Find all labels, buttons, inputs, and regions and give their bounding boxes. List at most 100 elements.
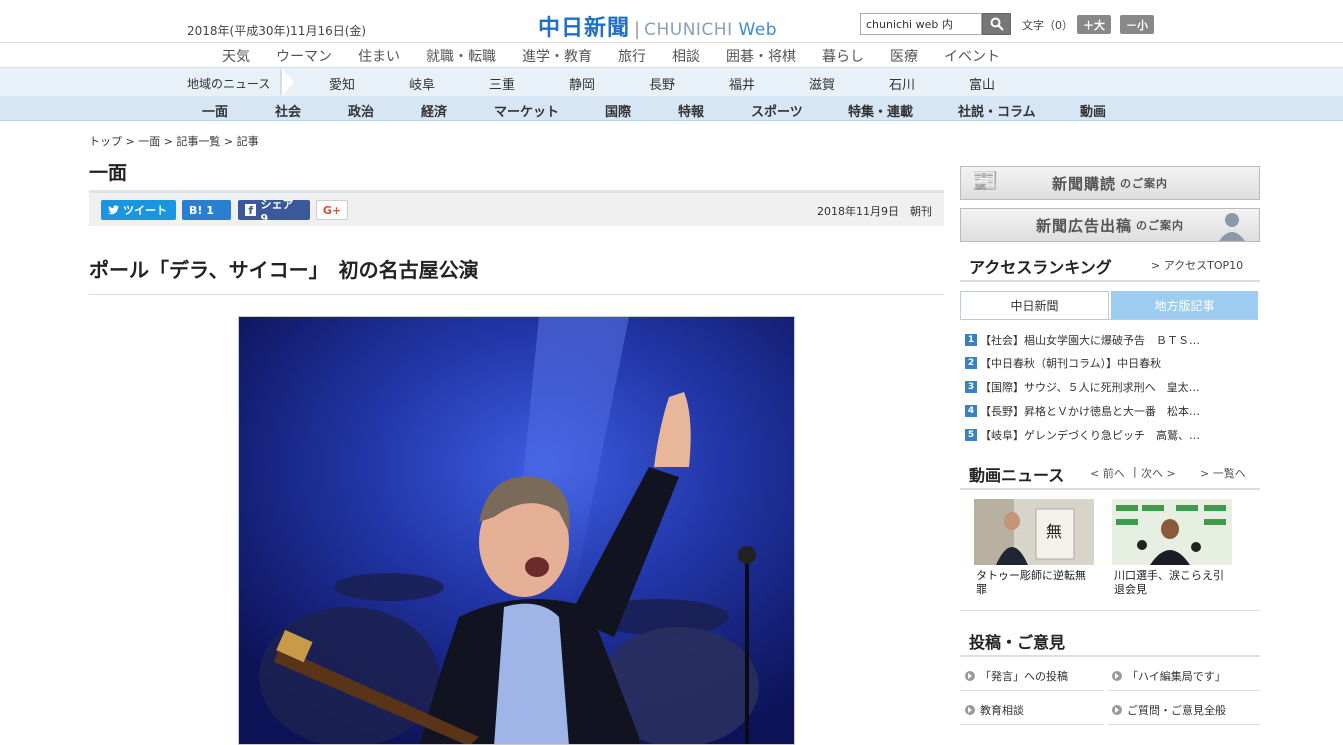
concert-photo-illustration: [239, 317, 794, 744]
ranking-item[interactable]: 2 【中日春秋（朝刊コラム）】中日春秋: [965, 355, 1161, 371]
region-item-aichi[interactable]: 愛知: [329, 74, 355, 93]
region-item-ishikawa[interactable]: 石川: [889, 74, 915, 93]
region-item-shiga[interactable]: 滋賀: [809, 74, 835, 93]
subscription-banner[interactable]: 📰 新聞購読 のご案内: [960, 166, 1260, 200]
advertising-banner-main: 新聞広告出稿: [1035, 216, 1132, 235]
category-item-video[interactable]: 動画: [1080, 101, 1106, 120]
ranking-number: 4: [965, 405, 977, 417]
tweet-button[interactable]: ツイート: [101, 200, 176, 220]
region-item-nagano[interactable]: 長野: [649, 74, 675, 93]
logo-english: CHUNICHI Web: [644, 20, 778, 40]
tweet-label: ツイート: [123, 204, 167, 217]
facebook-share-button[interactable]: f シェア 9: [238, 198, 310, 225]
ranking-text: 【社会】椙山女学園大に爆破予告 ＢＴＳ…: [980, 334, 1200, 347]
google-plus-button[interactable]: G+: [316, 200, 348, 220]
ranking-number: 5: [965, 429, 977, 441]
nav-item-housing[interactable]: 住まい: [358, 46, 400, 66]
region-item-mie[interactable]: 三重: [489, 74, 515, 93]
nav-item-travel[interactable]: 旅行: [618, 46, 646, 66]
region-item-shizuoka[interactable]: 静岡: [569, 74, 595, 93]
category-item-world[interactable]: 国際: [605, 101, 631, 120]
headline-divider: [89, 294, 944, 295]
facebook-share-label: シェア 9: [260, 197, 294, 225]
category-item-politics[interactable]: 政治: [348, 101, 374, 120]
video-thumbnail[interactable]: [1112, 499, 1232, 565]
video-caption[interactable]: タトゥー彫師に逆転無罪: [976, 569, 1096, 597]
video-next-button[interactable]: 次へ >: [1141, 465, 1176, 481]
ranking-number: 1: [965, 334, 977, 346]
contribution-link[interactable]: 教育相談: [965, 702, 1024, 718]
search-icon: [990, 17, 1004, 31]
article-photo[interactable]: [238, 316, 795, 745]
contribution-link[interactable]: 「発言」への投稿: [965, 668, 1068, 684]
svg-text:無: 無: [1046, 522, 1062, 541]
ranking-top10-link[interactable]: > アクセスTOP10: [1151, 257, 1243, 273]
category-item-market[interactable]: マーケット: [494, 101, 559, 120]
region-item-toyama[interactable]: 富山: [969, 74, 995, 93]
category-item-society[interactable]: 社会: [275, 101, 301, 120]
logo-japanese: 中日新聞: [538, 16, 631, 41]
nav-item-go-shogi[interactable]: 囲碁・将棋: [726, 46, 796, 66]
logo-separator: |: [634, 19, 641, 40]
ranking-item[interactable]: 1 【社会】椙山女学園大に爆破予告 ＢＴＳ…: [965, 332, 1200, 348]
advertising-banner-sub: のご案内: [1136, 219, 1184, 232]
nav-item-jobs[interactable]: 就職・転職: [426, 46, 496, 66]
contribution-link-label: 教育相談: [980, 704, 1024, 717]
search-input[interactable]: [860, 13, 982, 35]
arrow-circle-icon: [965, 671, 975, 681]
nav-item-woman[interactable]: ウーマン: [276, 46, 332, 66]
ranking-text: 【中日春秋（朝刊コラム）】中日春秋: [980, 357, 1162, 370]
nav-item-events[interactable]: イベント: [944, 46, 1000, 66]
video-caption[interactable]: 川口選手、涙こらえ引退会見: [1114, 569, 1234, 597]
site-logo[interactable]: 中日新聞 | CHUNICHI Web: [538, 10, 777, 42]
ranking-item[interactable]: 4 【長野】昇格とＶかけ徳島と大一番 松本…: [965, 403, 1200, 419]
font-size-up-button[interactable]: ＋大: [1077, 15, 1111, 34]
arrow-circle-icon: [965, 705, 975, 715]
ranking-text: 【国際】サウジ、５人に死刑求刑へ 皇太…: [980, 381, 1200, 394]
ranking-text: 【長野】昇格とＶかけ徳島と大一番 松本…: [980, 405, 1200, 418]
contribution-link-label: 「発言」への投稿: [980, 670, 1068, 683]
section-title: 一面: [89, 162, 128, 184]
category-item-front[interactable]: 一面: [202, 101, 228, 120]
tab-regional[interactable]: 地方版記事: [1111, 291, 1258, 319]
arrow-circle-icon: [1112, 705, 1122, 715]
share-bar: ツイート B! 1 f シェア 9 G+ 2018年11月9日 朝刊: [89, 190, 944, 226]
newspaper-icon: 📰: [971, 169, 1000, 194]
nav-item-medical[interactable]: 医療: [890, 46, 918, 66]
region-item-fukui[interactable]: 福井: [729, 74, 755, 93]
category-item-features[interactable]: 特集・連載: [848, 101, 913, 120]
ranking-item[interactable]: 3 【国際】サウジ、５人に死刑求刑へ 皇太…: [965, 379, 1200, 395]
advertising-banner[interactable]: 新聞広告出稿 のご案内: [960, 208, 1260, 242]
category-nav: 一面 社会 政治 経済 マーケット 国際 特報 スポーツ 特集・連載 社説・コラ…: [0, 96, 1343, 121]
subscription-banner-main: 新聞購読: [1051, 174, 1116, 193]
region-item-gifu[interactable]: 岐阜: [409, 74, 435, 93]
video-thumbnail[interactable]: 無: [974, 499, 1094, 565]
main-nav: 天気 ウーマン 住まい 就職・転職 進学・教育 旅行 相談 囲碁・将棋 暮らし …: [0, 42, 1343, 67]
current-date: 2018年(平成30年)11月16日(金): [187, 24, 367, 38]
category-item-editorials[interactable]: 社説・コラム: [958, 101, 1036, 120]
nav-item-education[interactable]: 進学・教育: [522, 46, 592, 66]
nav-item-consult[interactable]: 相談: [672, 46, 700, 66]
category-item-sports[interactable]: スポーツ: [751, 101, 803, 120]
ranking-item[interactable]: 5 【岐阜】ゲレンデづくり急ピッチ 高鷲、…: [965, 427, 1200, 443]
contribution-link[interactable]: ご質問・ご意見全般: [1112, 702, 1226, 718]
contribution-link[interactable]: 「ハイ編集局です」: [1112, 668, 1226, 684]
video-prev-button[interactable]: < 前へ: [1090, 465, 1125, 481]
video-news-title: 動画ニュース: [969, 466, 1065, 485]
publish-date: 2018年11月9日 朝刊: [817, 205, 932, 218]
font-size-down-button[interactable]: －小: [1120, 15, 1154, 34]
ranking-title: アクセスランキング: [969, 258, 1112, 277]
category-item-economy[interactable]: 経済: [421, 101, 447, 120]
contribution-divider: [960, 655, 1260, 657]
nav-item-weather[interactable]: 天気: [222, 46, 250, 66]
nav-item-living[interactable]: 暮らし: [822, 46, 864, 66]
region-nav-label: 地域のニュース: [187, 77, 271, 91]
hatena-bookmark-button[interactable]: B! 1: [182, 200, 231, 220]
tab-chunichi[interactable]: 中日新聞: [960, 291, 1109, 319]
arrow-circle-icon: [1112, 671, 1122, 681]
region-nav: 地域のニュース 愛知 岐阜 三重 静岡 長野 福井 滋賀 石川 富山: [0, 67, 1343, 96]
video-list-link[interactable]: > 一覧へ: [1200, 465, 1246, 481]
breadcrumb[interactable]: トップ > 一面 > 記事一覧 > 記事: [89, 133, 259, 149]
search-button[interactable]: [982, 13, 1011, 35]
category-item-special-report[interactable]: 特報: [678, 101, 704, 120]
